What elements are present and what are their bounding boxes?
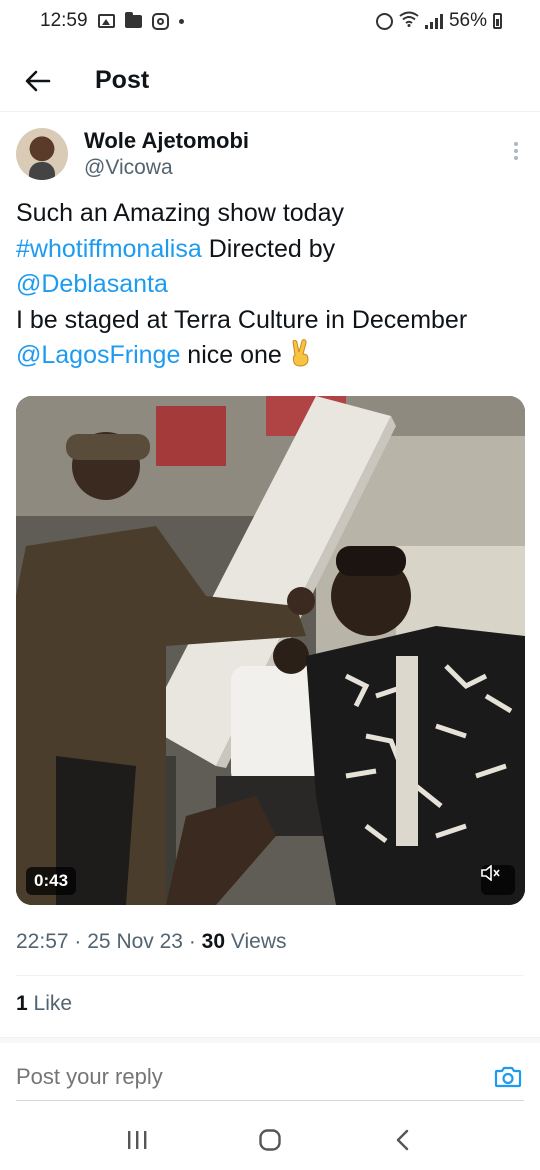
post-video[interactable]: 0:43	[16, 396, 525, 905]
more-options-button[interactable]	[514, 142, 518, 160]
post-text: Such an Amazing show today #whotiffmonal…	[16, 196, 526, 374]
post-text-line: I be staged at Terra Culture in December	[16, 305, 468, 334]
reply-bar	[16, 1052, 524, 1102]
reply-underline	[16, 1100, 524, 1101]
mention-link[interactable]: @LagosFringe	[16, 341, 180, 369]
reply-input[interactable]	[16, 1064, 436, 1090]
more-dot	[514, 142, 518, 146]
camera-button[interactable]	[492, 1061, 524, 1093]
muted-speaker-icon	[481, 865, 500, 881]
hashtag-link[interactable]: #whotiffmonalisa	[16, 235, 202, 263]
battery-icon	[493, 13, 502, 29]
dot-icon	[178, 18, 184, 24]
video-duration: 0:43	[26, 867, 77, 895]
post-text-line: @Deblasanta	[16, 267, 526, 303]
likes-label: Like	[27, 992, 73, 1015]
back-icon	[397, 1129, 409, 1151]
status-left: 12:59	[40, 10, 184, 32]
home-icon	[259, 1129, 281, 1151]
arrow-left-icon	[25, 70, 51, 91]
victory-hand-emoji	[292, 339, 309, 367]
more-dot	[514, 156, 518, 160]
views-label: Views	[225, 930, 287, 953]
author-names: Wole Ajetomobi @Vicowa	[84, 128, 249, 188]
page-title: Post	[95, 66, 150, 94]
video-frame	[16, 396, 525, 905]
status-right: 56%	[375, 10, 502, 32]
back-button[interactable]	[18, 61, 58, 101]
signal-icon	[424, 13, 443, 29]
recent-apps-button[interactable]	[117, 1120, 157, 1160]
likes-link[interactable]: 1 Like	[16, 992, 72, 1016]
author-name[interactable]: Wole Ajetomobi	[84, 128, 249, 154]
section-separator	[0, 1037, 540, 1043]
header: Post	[0, 50, 540, 112]
author-handle[interactable]: @Vicowa	[84, 154, 249, 182]
post-text-line: @LagosFringe nice one	[16, 338, 526, 374]
avatar[interactable]	[16, 128, 68, 180]
system-nav-bar	[0, 1110, 540, 1170]
status-time: 12:59	[40, 10, 88, 31]
likes-count: 1	[16, 992, 28, 1015]
mute-button[interactable]	[481, 865, 515, 895]
wifi-icon	[399, 11, 419, 32]
camera-icon	[494, 1066, 522, 1088]
system-back-button[interactable]	[383, 1120, 423, 1160]
post-text-line: Such an Amazing show today	[16, 199, 344, 227]
battery-percent: 56%	[448, 10, 487, 31]
more-dot	[514, 149, 518, 153]
post-author: Wole Ajetomobi @Vicowa	[16, 128, 524, 188]
status-bar: 12:59 56%	[0, 0, 540, 42]
home-button[interactable]	[250, 1120, 290, 1160]
post-time: 22:57	[16, 930, 69, 953]
views-count: 30	[201, 930, 226, 953]
meta-separator: ·	[74, 930, 82, 953]
gallery-icon	[97, 14, 115, 28]
post-meta: 22:57 · 25 Nov 23 · 30 Views	[16, 930, 287, 954]
post-text-line: #whotiffmonalisa Directed by	[16, 232, 526, 268]
folder-icon	[124, 11, 142, 28]
recent-apps-icon	[127, 1131, 147, 1149]
post-text-fragment: nice one	[180, 341, 282, 369]
post-date: 25 Nov 23	[87, 930, 183, 953]
meta-separator: ·	[188, 930, 196, 953]
alarm-icon	[375, 12, 393, 30]
post-text-fragment: Directed by	[201, 234, 336, 263]
divider	[16, 975, 524, 976]
mention-link[interactable]: @Deblasanta	[16, 270, 168, 298]
instagram-icon	[151, 12, 169, 30]
